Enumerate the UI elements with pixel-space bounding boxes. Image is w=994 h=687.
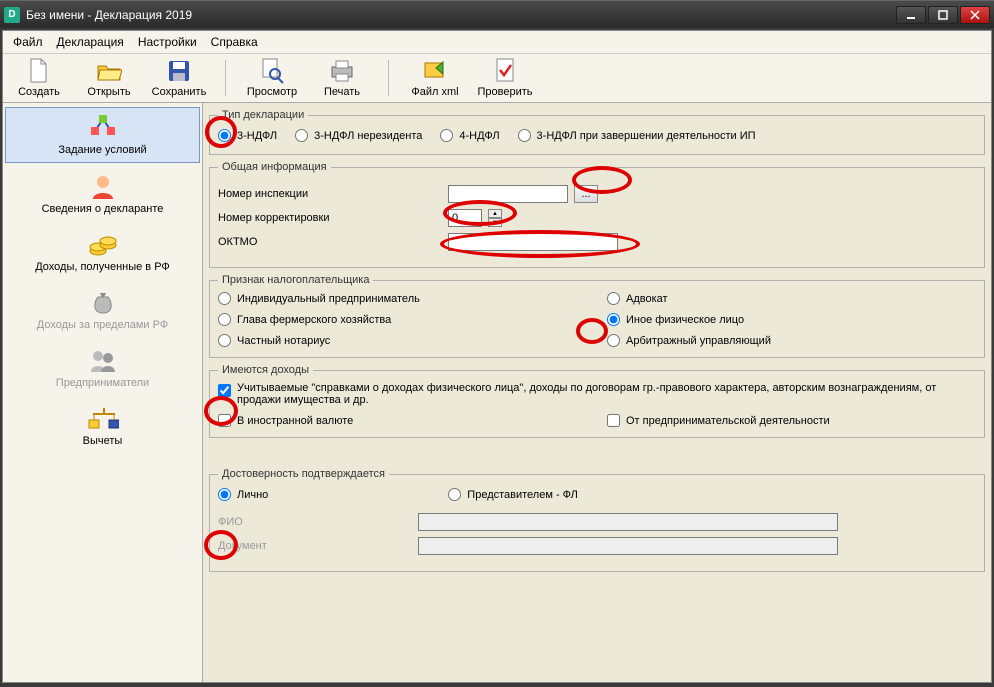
sidebar-item-income-rf[interactable]: Доходы, полученные в РФ xyxy=(5,225,200,279)
radio-3ndfl-nr[interactable]: 3-НДФЛ нерезидента xyxy=(295,129,422,142)
menu-settings[interactable]: Настройки xyxy=(138,35,197,49)
fieldset-income: Имеются доходы Учитываемые "справками о … xyxy=(209,364,985,438)
label-oktmo: ОКТМО xyxy=(218,236,448,248)
conditions-icon xyxy=(87,114,119,142)
menu-declaration[interactable]: Декларация xyxy=(57,35,124,49)
radio-other[interactable]: Иное физическое лицо xyxy=(607,313,976,326)
button-inspection-browse[interactable]: ... xyxy=(574,185,598,203)
money-bag-icon xyxy=(87,289,119,317)
radio-notary[interactable]: Частный нотариус xyxy=(218,334,587,347)
legend-decl-type: Тип декларации xyxy=(218,109,308,121)
form-main: Тип декларации 3-НДФЛ 3-НДФЛ нерезидента… xyxy=(203,103,991,682)
preview-icon xyxy=(259,58,285,84)
check-income-entrepreneur[interactable]: От предпринимательской деятельности xyxy=(607,414,976,427)
radio-3ndfl-end[interactable]: 3-НДФЛ при завершении деятельности ИП xyxy=(518,129,756,142)
check-income-foreign[interactable]: В иностранной валюте xyxy=(218,414,587,427)
fieldset-confirm: Достоверность подтверждается Лично Предс… xyxy=(209,468,985,572)
label-doc: Документ xyxy=(218,540,418,552)
window-title: Без имени - Декларация 2019 xyxy=(26,8,896,22)
sidebar-item-income-abroad[interactable]: Доходы за пределами РФ xyxy=(5,283,200,337)
label-fio: ФИО xyxy=(218,516,418,528)
legend-taxpayer: Признак налогоплательщика xyxy=(218,274,373,286)
deductions-icon xyxy=(87,405,119,433)
radio-arbitr[interactable]: Арбитражный управляющий xyxy=(607,334,976,347)
sidebar-item-conditions[interactable]: Задание условий xyxy=(5,107,200,163)
print-icon xyxy=(329,58,355,84)
input-doc xyxy=(418,537,838,555)
toolbar-save[interactable]: Сохранить xyxy=(149,58,209,98)
radio-ip[interactable]: Индивидуальный предприниматель xyxy=(218,292,587,305)
fieldset-decl-type: Тип декларации 3-НДФЛ 3-НДФЛ нерезидента… xyxy=(209,109,985,155)
sidebar-item-deductions[interactable]: Вычеты xyxy=(5,399,200,453)
radio-farm[interactable]: Глава фермерского хозяйства xyxy=(218,313,587,326)
radio-4ndfl[interactable]: 4-НДФЛ xyxy=(440,129,499,142)
xml-file-icon xyxy=(422,58,448,84)
toolbar-separator xyxy=(225,60,226,96)
maximize-button[interactable] xyxy=(928,6,958,24)
sidebar-item-entrepreneurs[interactable]: Предприниматели xyxy=(5,341,200,395)
label-inspection: Номер инспекции xyxy=(218,188,448,200)
declarant-icon xyxy=(87,173,119,201)
toolbar-preview[interactable]: Просмотр xyxy=(242,58,302,98)
toolbar-create[interactable]: Создать xyxy=(9,58,69,98)
window-titlebar: D Без имени - Декларация 2019 xyxy=(0,0,994,28)
toolbar: Создать Открыть Сохранить Просмотр Печа xyxy=(3,54,991,103)
legend-general: Общая информация xyxy=(218,161,331,173)
save-icon xyxy=(166,58,192,84)
close-button[interactable] xyxy=(960,6,990,24)
minimize-button[interactable] xyxy=(896,6,926,24)
toolbar-separator xyxy=(388,60,389,96)
input-correction[interactable] xyxy=(448,209,482,227)
input-fio xyxy=(418,513,838,531)
toolbar-filexml[interactable]: Файл xml xyxy=(405,58,465,98)
toolbar-print[interactable]: Печать xyxy=(312,58,372,98)
app-icon: D xyxy=(4,7,20,23)
coins-icon xyxy=(87,231,119,259)
check-icon xyxy=(492,58,518,84)
label-correction: Номер корректировки xyxy=(218,212,448,224)
menu-file[interactable]: Файл xyxy=(13,35,43,49)
radio-advocate[interactable]: Адвокат xyxy=(607,292,976,305)
check-income-spravki[interactable]: Учитываемые "справками о доходах физичес… xyxy=(218,382,976,406)
menubar: Файл Декларация Настройки Справка xyxy=(3,31,991,54)
spin-down[interactable]: ▼ xyxy=(488,218,502,227)
toolbar-open[interactable]: Открыть xyxy=(79,58,139,98)
new-file-icon xyxy=(26,58,52,84)
radio-rep[interactable]: Представителем - ФЛ xyxy=(448,488,578,501)
entrepreneurs-icon xyxy=(87,347,119,375)
input-inspection[interactable] xyxy=(448,185,568,203)
menu-help[interactable]: Справка xyxy=(211,35,258,49)
fieldset-taxpayer: Признак налогоплательщика Индивидуальный… xyxy=(209,274,985,358)
open-folder-icon xyxy=(96,58,122,84)
input-oktmo[interactable] xyxy=(448,233,618,251)
legend-confirm: Достоверность подтверждается xyxy=(218,468,389,480)
legend-income: Имеются доходы xyxy=(218,364,313,376)
fieldset-general: Общая информация Номер инспекции ... Ном… xyxy=(209,161,985,268)
sidebar: Задание условий Сведения о декларанте До… xyxy=(3,103,203,682)
spin-up[interactable]: ▲ xyxy=(488,209,502,218)
toolbar-check[interactable]: Проверить xyxy=(475,58,535,98)
sidebar-item-declarant[interactable]: Сведения о декларанте xyxy=(5,167,200,221)
radio-self[interactable]: Лично xyxy=(218,488,268,501)
radio-3ndfl[interactable]: 3-НДФЛ xyxy=(218,129,277,142)
